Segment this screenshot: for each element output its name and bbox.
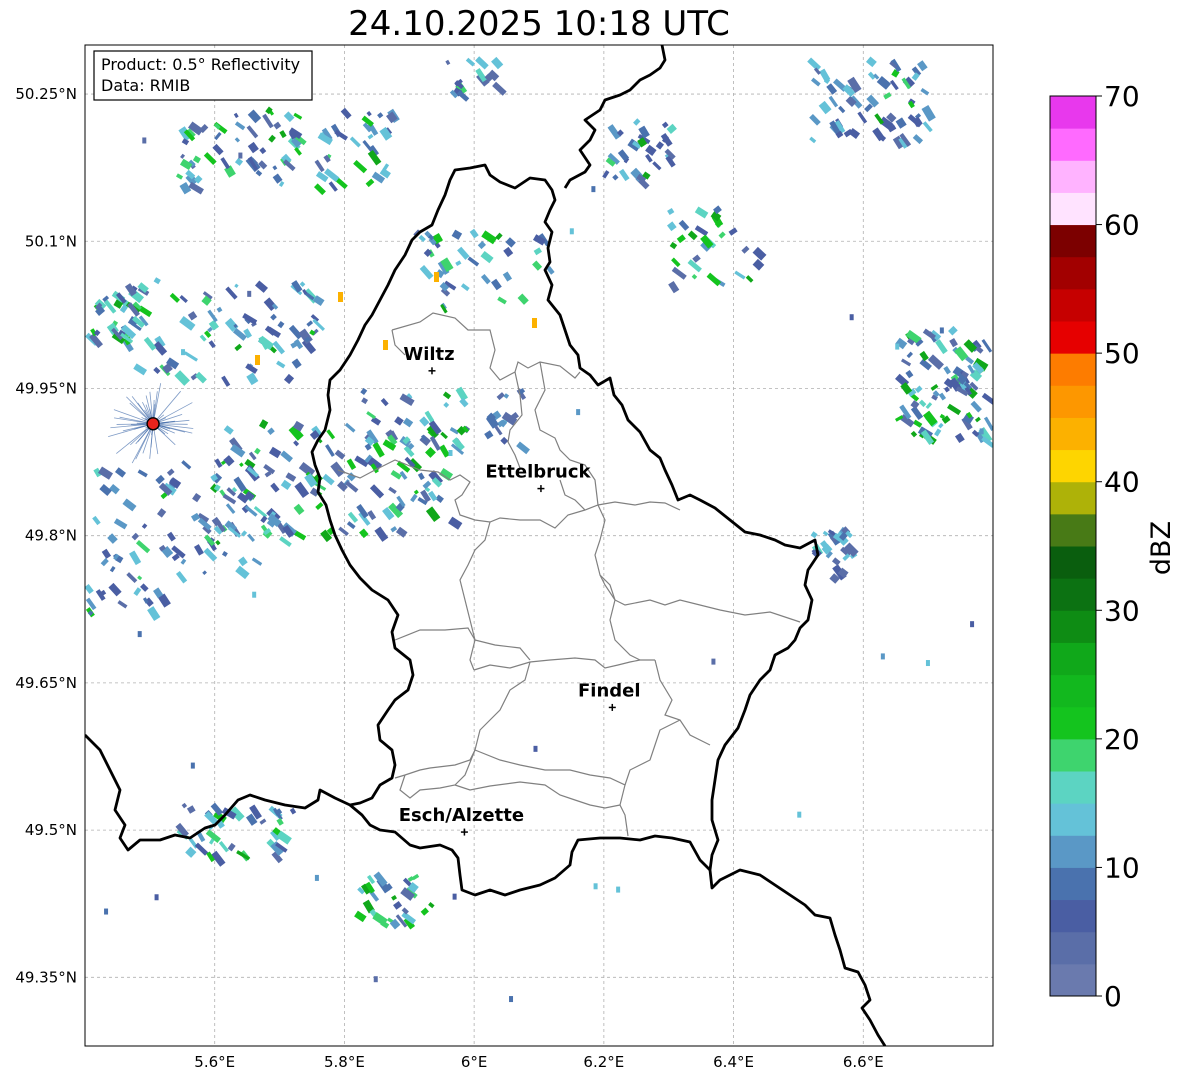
product-label: Product: 0.5° Reflectivity (101, 55, 300, 74)
x-tick-label: 6.4°E (713, 1053, 754, 1071)
colorbar-segment (1050, 546, 1096, 579)
colorbar-segment (1050, 578, 1096, 611)
city-findel: Findel (578, 680, 641, 711)
colorbar-segment (1050, 96, 1096, 129)
colorbar (1050, 96, 1096, 997)
y-axis-ticks: 50.25°N 50.1°N 49.95°N 49.8°N 49.65°N 49.5°N 4… (15, 85, 77, 986)
x-tick-label: 6.2°E (583, 1053, 624, 1071)
city-wiltz: Wiltz (403, 344, 454, 375)
city-label: Wiltz (403, 344, 454, 365)
colorbar-segment (1050, 514, 1096, 547)
city-label: Esch/Alzette (399, 805, 524, 826)
colorbar-segment (1050, 964, 1096, 997)
colorbar-segment (1050, 385, 1096, 418)
y-tick-label: 49.95°N (15, 379, 77, 397)
colorbar-segment (1050, 642, 1096, 675)
colorbar-tick-label: 60 (1104, 209, 1140, 242)
data-source-label: Data: RMIB (101, 76, 190, 95)
colorbar-segment (1050, 225, 1096, 258)
colorbar-segment (1050, 289, 1096, 322)
y-tick-label: 49.65°N (15, 674, 77, 692)
colorbar-segment (1050, 867, 1096, 900)
colorbar-segment (1050, 739, 1096, 772)
radar-figure: Wiltz Ettelbruck Findel Esch/Alzette Produc… (0, 0, 1184, 1085)
national-borders (85, 45, 885, 1046)
colorbar-segment (1050, 450, 1096, 483)
x-tick-label: 6.6°E (843, 1053, 884, 1071)
colorbar-segment (1050, 482, 1096, 515)
x-tick-label: 6°E (461, 1053, 488, 1071)
colorbar-segment (1050, 257, 1096, 290)
radar-echoes (84, 56, 995, 1002)
colorbar-segment (1050, 771, 1096, 804)
colorbar-segment (1050, 128, 1096, 161)
y-tick-label: 50.25°N (15, 85, 77, 103)
colorbar-segment (1050, 160, 1096, 193)
city-esch-alzette: Esch/Alzette (399, 805, 524, 836)
colorbar-segment (1050, 353, 1096, 386)
district-boundaries (338, 313, 800, 836)
colorbar-label: dBZ (1146, 521, 1177, 575)
city-ettelbruck: Ettelbruck (485, 462, 591, 493)
y-tick-label: 49.8°N (25, 527, 77, 545)
colorbar-tick-label: 30 (1104, 594, 1140, 627)
y-tick-label: 49.5°N (25, 821, 77, 839)
info-box: Product: 0.5° Reflectivity Data: RMIB (94, 51, 312, 100)
colorbar-tick-label: 0 (1104, 980, 1122, 1013)
colorbar-segment (1050, 192, 1096, 225)
map-gridlines (85, 45, 993, 1046)
colorbar-segment (1050, 900, 1096, 933)
x-tick-label: 5.8°E (324, 1053, 365, 1071)
colorbar-segment (1050, 675, 1096, 708)
colorbar-segment (1050, 932, 1096, 965)
colorbar-segment (1050, 610, 1096, 643)
y-tick-label: 49.35°N (15, 968, 77, 986)
colorbar-tick-label: 10 (1104, 851, 1140, 884)
colorbar-segment (1050, 321, 1096, 354)
colorbar-segment (1050, 835, 1096, 868)
colorbar-tick-label: 50 (1104, 337, 1140, 370)
x-axis-ticks: 5.6°E 5.8°E 6°E 6.2°E 6.4°E 6.6°E (194, 1053, 883, 1071)
colorbar-tick-label: 70 (1104, 80, 1140, 113)
map-frame (85, 45, 993, 1046)
colorbar-segment (1050, 803, 1096, 836)
radar-site-marker (147, 418, 159, 430)
city-label: Findel (578, 680, 641, 701)
x-tick-label: 5.6°E (194, 1053, 235, 1071)
colorbar-segment (1050, 417, 1096, 450)
city-label: Ettelbruck (485, 462, 591, 483)
colorbar-segment (1050, 707, 1096, 740)
colorbar-tick-label: 40 (1104, 466, 1140, 499)
colorbar-tick-label: 20 (1104, 723, 1140, 756)
y-tick-label: 50.1°N (25, 232, 77, 250)
colorbar-ticks: 0 10 20 30 40 50 60 70 (1096, 80, 1140, 1013)
